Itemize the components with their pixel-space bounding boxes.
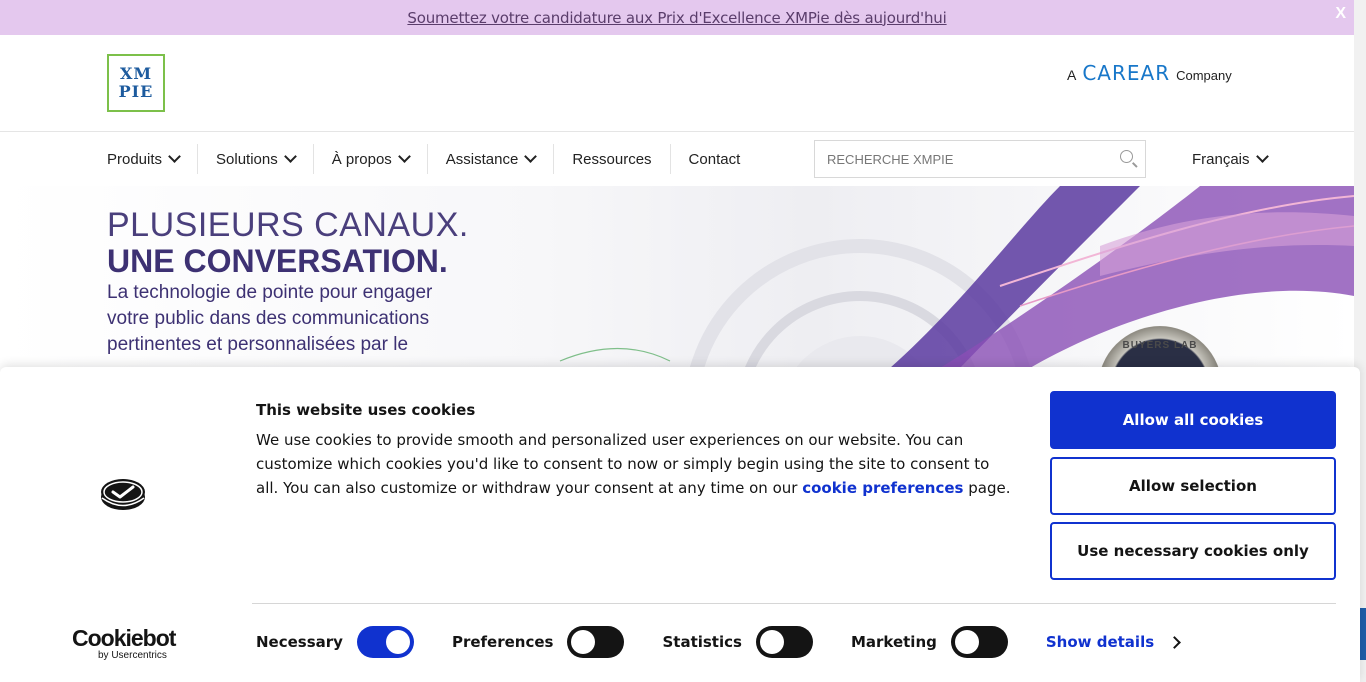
statistics-switch[interactable] bbox=[755, 626, 813, 658]
nav-label: Ressources bbox=[572, 150, 652, 168]
carear-company-logo[interactable]: A CAREAR Company bbox=[1067, 61, 1232, 85]
show-details-button[interactable]: Show details bbox=[1045, 633, 1182, 651]
toggle-label: Preferences bbox=[451, 633, 554, 651]
nav-label: Solutions bbox=[216, 150, 278, 168]
announcement-link[interactable]: Soumettez votre candidature aux Prix d'E… bbox=[407, 9, 946, 27]
cookie-description: We use cookies to provide smooth and per… bbox=[256, 428, 1016, 500]
site-header: XM PIE A CAREAR Company bbox=[0, 35, 1354, 131]
xmpie-logo[interactable]: XM PIE bbox=[107, 54, 165, 112]
cookiebot-logo-icon bbox=[101, 479, 145, 510]
cookiebot-by: by Usercentrics bbox=[98, 650, 167, 661]
marketing-switch[interactable] bbox=[950, 626, 1008, 658]
nav-item-produits[interactable]: Produits bbox=[107, 144, 199, 174]
show-details-label: Show details bbox=[1045, 633, 1155, 651]
cookie-text-part2: page. bbox=[963, 479, 1011, 497]
search-icon[interactable] bbox=[1120, 150, 1133, 163]
cookie-preferences-link[interactable]: cookie preferences bbox=[802, 479, 963, 497]
nav-label: Produits bbox=[107, 150, 163, 168]
logo-line1: XM bbox=[119, 64, 153, 83]
chevron-down-icon bbox=[397, 150, 411, 163]
search-box bbox=[814, 140, 1146, 178]
necessary-switch[interactable] bbox=[356, 626, 414, 658]
main-nav: Produits Solutions À propos Assistance R… bbox=[0, 131, 1354, 187]
toggle-necessary: Necessary bbox=[256, 626, 414, 658]
preferences-switch[interactable] bbox=[567, 626, 625, 658]
announcement-bar: Soumettez votre candidature aux Prix d'E… bbox=[0, 0, 1354, 35]
nav-label: Contact bbox=[688, 150, 741, 168]
chevron-right-icon bbox=[1168, 635, 1182, 649]
badge-label: BUYERS LAB bbox=[1122, 340, 1198, 351]
nav-item-a-propos[interactable]: À propos bbox=[314, 144, 428, 174]
nav-item-solutions[interactable]: Solutions bbox=[198, 144, 314, 174]
cookie-divider bbox=[252, 603, 1336, 604]
partner-suffix: Company bbox=[1176, 68, 1232, 83]
nav-item-ressources[interactable]: Ressources bbox=[554, 144, 671, 174]
cookie-toggles: Necessary Preferences Statistics Marketi… bbox=[256, 625, 1182, 659]
cookie-title: This website uses cookies bbox=[256, 401, 476, 419]
nav-label: À propos bbox=[331, 150, 392, 168]
partner-prefix: A bbox=[1067, 67, 1077, 83]
necessary-cookies-only-button[interactable]: Use necessary cookies only bbox=[1050, 522, 1336, 580]
search-input[interactable] bbox=[815, 141, 1129, 177]
language-selector[interactable]: Français bbox=[1192, 132, 1269, 186]
cookie-consent-banner: This website uses cookies We use cookies… bbox=[0, 367, 1360, 682]
toggle-label: Marketing bbox=[850, 633, 937, 651]
hero-description: La technologie de pointe pour engager vo… bbox=[107, 282, 433, 355]
chevron-down-icon bbox=[1255, 150, 1269, 163]
logo-line2: PIE bbox=[118, 82, 154, 101]
scrollbar-thumb[interactable] bbox=[1360, 608, 1366, 660]
nav-item-assistance[interactable]: Assistance bbox=[428, 144, 555, 174]
language-label: Français bbox=[1192, 150, 1250, 168]
close-announcement-button[interactable]: X bbox=[1335, 5, 1346, 23]
hero-title-line2: UNE CONVERSATION. bbox=[107, 243, 448, 279]
chevron-down-icon bbox=[524, 150, 538, 163]
chevron-down-icon bbox=[168, 150, 181, 163]
allow-all-cookies-button[interactable]: Allow all cookies bbox=[1050, 391, 1336, 449]
chevron-down-icon bbox=[283, 150, 297, 163]
partner-brand: CAREAR bbox=[1082, 61, 1171, 85]
toggle-marketing: Marketing bbox=[851, 626, 1008, 658]
toggle-label: Necessary bbox=[256, 633, 343, 651]
toggle-label: Statistics bbox=[662, 633, 742, 651]
nav-label: Assistance bbox=[445, 150, 519, 168]
hero-section: PLUSIEURS CANAUX. UNE CONVERSATION. La t… bbox=[0, 186, 1354, 368]
toggle-statistics: Statistics bbox=[662, 626, 813, 658]
cookiebot-brand[interactable]: Cookiebot by Usercentrics bbox=[72, 626, 192, 662]
cookiebot-name: Cookiebot bbox=[72, 625, 176, 651]
allow-selection-button[interactable]: Allow selection bbox=[1050, 457, 1336, 515]
nav-item-contact[interactable]: Contact bbox=[671, 144, 759, 174]
hero-title-line1: PLUSIEURS CANAUX. bbox=[107, 206, 469, 244]
toggle-preferences: Preferences bbox=[452, 626, 625, 658]
